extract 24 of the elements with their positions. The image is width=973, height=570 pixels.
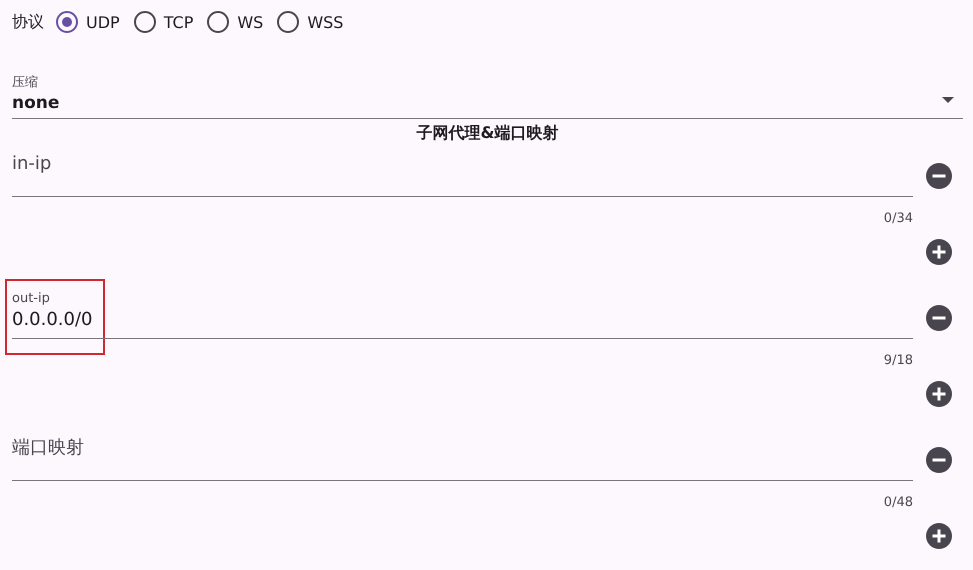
radio-button[interactable]	[207, 11, 230, 33]
remove-icon[interactable]	[926, 446, 952, 472]
radio-label: TCP	[164, 12, 194, 32]
remove-icon[interactable]	[926, 304, 952, 330]
compression-select[interactable]: 压缩 none	[12, 74, 963, 119]
radio-label: WS	[237, 12, 264, 32]
text-field[interactable]: out-ip 0.0.0.0/0	[12, 287, 913, 339]
text-field[interactable]: in-ip	[12, 145, 913, 197]
add-icon[interactable]	[926, 239, 952, 265]
radio-label: UDP	[86, 12, 120, 32]
radio-button[interactable]	[56, 11, 78, 33]
radio-button[interactable]	[277, 11, 300, 33]
add-icon[interactable]	[926, 523, 952, 549]
add-icon[interactable]	[926, 381, 952, 407]
character-counter: 0/48	[884, 494, 913, 510]
text-field[interactable]: 端口映射	[12, 429, 913, 481]
section-title: 子网代理&端口映射	[416, 123, 560, 143]
radio-button[interactable]	[134, 11, 156, 33]
character-counter: 9/18	[884, 352, 913, 368]
radio-label: WSS	[307, 12, 344, 32]
protocol-label: 协议	[12, 12, 44, 32]
dropdown-caret-icon	[941, 96, 955, 104]
character-counter: 0/34	[884, 210, 913, 226]
remove-icon[interactable]	[926, 162, 952, 188]
